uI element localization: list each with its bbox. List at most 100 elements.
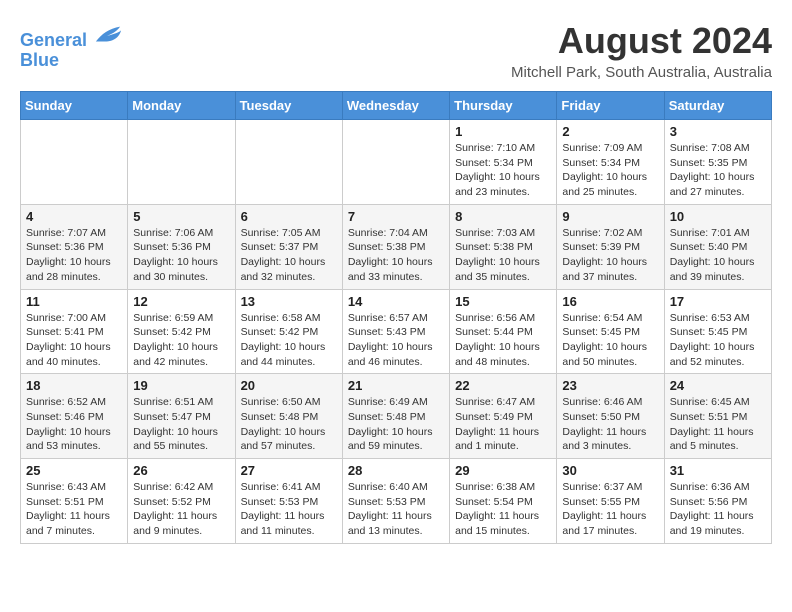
day-info: Sunrise: 7:02 AM Sunset: 5:39 PM Dayligh… bbox=[562, 226, 658, 285]
calendar-cell: 6Sunrise: 7:05 AM Sunset: 5:37 PM Daylig… bbox=[235, 204, 342, 289]
day-info: Sunrise: 6:47 AM Sunset: 5:49 PM Dayligh… bbox=[455, 395, 551, 454]
day-info: Sunrise: 6:54 AM Sunset: 5:45 PM Dayligh… bbox=[562, 311, 658, 370]
calendar-cell: 16 Sunrise: 6:54 AM Sunset: 5:45 PM Dayli… bbox=[557, 289, 664, 374]
day-number: 18 bbox=[26, 378, 122, 393]
calendar-cell: 24 Sunrise: 6:45 AM Sunset: 5:51 PM Dayli… bbox=[664, 374, 771, 459]
main-title: August 2024 bbox=[511, 20, 772, 62]
day-info: Sunrise: 6:45 AM Sunset: 5:51 PM Dayligh… bbox=[670, 395, 766, 454]
day-info: Sunrise: 7:04 AM Sunset: 5:38 PM Dayligh… bbox=[348, 226, 444, 285]
day-number: 16 bbox=[562, 294, 658, 309]
calendar-week-3: 18 Sunrise: 6:52 AM Sunset: 5:46 PM Dayli… bbox=[21, 374, 772, 459]
calendar-cell bbox=[21, 120, 128, 205]
calendar-cell: 23 Sunrise: 6:46 AM Sunset: 5:50 PM Dayli… bbox=[557, 374, 664, 459]
calendar-table: SundayMondayTuesdayWednesdayThursdayFrid… bbox=[20, 91, 772, 544]
day-info: Sunrise: 7:07 AM Sunset: 5:36 PM Dayligh… bbox=[26, 226, 122, 285]
day-number: 25 bbox=[26, 463, 122, 478]
day-number: 15 bbox=[455, 294, 551, 309]
day-number: 24 bbox=[670, 378, 766, 393]
day-info: Sunrise: 6:57 AM Sunset: 5:43 PM Dayligh… bbox=[348, 311, 444, 370]
day-number: 3 bbox=[670, 124, 766, 139]
logo-blue: Blue bbox=[20, 51, 122, 71]
header-saturday: Saturday bbox=[664, 92, 771, 120]
day-number: 23 bbox=[562, 378, 658, 393]
day-info: Sunrise: 7:10 AM Sunset: 5:34 PM Dayligh… bbox=[455, 141, 551, 200]
page-header: General Blue August 2024 Mitchell Park, … bbox=[20, 20, 772, 81]
day-info: Sunrise: 7:01 AM Sunset: 5:40 PM Dayligh… bbox=[670, 226, 766, 285]
day-info: Sunrise: 6:37 AM Sunset: 5:55 PM Dayligh… bbox=[562, 480, 658, 539]
day-info: Sunrise: 7:00 AM Sunset: 5:41 PM Dayligh… bbox=[26, 311, 122, 370]
logo-text: General bbox=[20, 24, 122, 51]
calendar-cell: 3Sunrise: 7:08 AM Sunset: 5:35 PM Daylig… bbox=[664, 120, 771, 205]
calendar-cell bbox=[128, 120, 235, 205]
calendar-cell: 26 Sunrise: 6:42 AM Sunset: 5:52 PM Dayli… bbox=[128, 459, 235, 544]
day-info: Sunrise: 6:40 AM Sunset: 5:53 PM Dayligh… bbox=[348, 480, 444, 539]
day-number: 12 bbox=[133, 294, 229, 309]
day-info: Sunrise: 6:38 AM Sunset: 5:54 PM Dayligh… bbox=[455, 480, 551, 539]
day-number: 27 bbox=[241, 463, 337, 478]
calendar-cell: 19 Sunrise: 6:51 AM Sunset: 5:47 PM Dayli… bbox=[128, 374, 235, 459]
day-info: Sunrise: 7:09 AM Sunset: 5:34 PM Dayligh… bbox=[562, 141, 658, 200]
calendar-cell: 17Sunrise: 6:53 AM Sunset: 5:45 PM Dayli… bbox=[664, 289, 771, 374]
header-wednesday: Wednesday bbox=[342, 92, 449, 120]
calendar-cell: 21 Sunrise: 6:49 AM Sunset: 5:48 PM Dayli… bbox=[342, 374, 449, 459]
calendar-cell: 18 Sunrise: 6:52 AM Sunset: 5:46 PM Dayli… bbox=[21, 374, 128, 459]
day-info: Sunrise: 6:58 AM Sunset: 5:42 PM Dayligh… bbox=[241, 311, 337, 370]
calendar-cell: 31 Sunrise: 6:36 AM Sunset: 5:56 PM Dayli… bbox=[664, 459, 771, 544]
day-number: 13 bbox=[241, 294, 337, 309]
day-info: Sunrise: 6:36 AM Sunset: 5:56 PM Dayligh… bbox=[670, 480, 766, 539]
day-number: 10 bbox=[670, 209, 766, 224]
day-number: 31 bbox=[670, 463, 766, 478]
day-info: Sunrise: 6:42 AM Sunset: 5:52 PM Dayligh… bbox=[133, 480, 229, 539]
day-info: Sunrise: 6:41 AM Sunset: 5:53 PM Dayligh… bbox=[241, 480, 337, 539]
logo: General Blue bbox=[20, 24, 122, 71]
day-number: 5 bbox=[133, 209, 229, 224]
calendar-cell: 12Sunrise: 6:59 AM Sunset: 5:42 PM Dayli… bbox=[128, 289, 235, 374]
day-number: 4 bbox=[26, 209, 122, 224]
day-info: Sunrise: 7:03 AM Sunset: 5:38 PM Dayligh… bbox=[455, 226, 551, 285]
day-number: 14 bbox=[348, 294, 444, 309]
day-number: 7 bbox=[348, 209, 444, 224]
header-tuesday: Tuesday bbox=[235, 92, 342, 120]
calendar-week-0: 1 Sunrise: 7:10 AM Sunset: 5:34 PM Daylig… bbox=[21, 120, 772, 205]
calendar-cell: 28 Sunrise: 6:40 AM Sunset: 5:53 PM Dayli… bbox=[342, 459, 449, 544]
day-number: 6 bbox=[241, 209, 337, 224]
day-number: 8 bbox=[455, 209, 551, 224]
day-number: 21 bbox=[348, 378, 444, 393]
calendar-cell: 5 Sunrise: 7:06 AM Sunset: 5:36 PM Daylig… bbox=[128, 204, 235, 289]
day-number: 2 bbox=[562, 124, 658, 139]
day-info: Sunrise: 7:06 AM Sunset: 5:36 PM Dayligh… bbox=[133, 226, 229, 285]
calendar-cell: 10 Sunrise: 7:01 AM Sunset: 5:40 PM Dayli… bbox=[664, 204, 771, 289]
calendar-week-1: 4 Sunrise: 7:07 AM Sunset: 5:36 PM Daylig… bbox=[21, 204, 772, 289]
day-number: 19 bbox=[133, 378, 229, 393]
day-info: Sunrise: 6:46 AM Sunset: 5:50 PM Dayligh… bbox=[562, 395, 658, 454]
calendar-cell: 1 Sunrise: 7:10 AM Sunset: 5:34 PM Daylig… bbox=[450, 120, 557, 205]
header-thursday: Thursday bbox=[450, 92, 557, 120]
day-info: Sunrise: 6:51 AM Sunset: 5:47 PM Dayligh… bbox=[133, 395, 229, 454]
calendar-cell: 15Sunrise: 6:56 AM Sunset: 5:44 PM Dayli… bbox=[450, 289, 557, 374]
calendar-cell: 27 Sunrise: 6:41 AM Sunset: 5:53 PM Dayli… bbox=[235, 459, 342, 544]
calendar-cell: 25Sunrise: 6:43 AM Sunset: 5:51 PM Dayli… bbox=[21, 459, 128, 544]
header-sunday: Sunday bbox=[21, 92, 128, 120]
calendar-cell: 7 Sunrise: 7:04 AM Sunset: 5:38 PM Daylig… bbox=[342, 204, 449, 289]
day-number: 11 bbox=[26, 294, 122, 309]
calendar-cell: 11 Sunrise: 7:00 AM Sunset: 5:41 PM Dayli… bbox=[21, 289, 128, 374]
calendar-week-2: 11 Sunrise: 7:00 AM Sunset: 5:41 PM Dayli… bbox=[21, 289, 772, 374]
calendar-cell: 22Sunrise: 6:47 AM Sunset: 5:49 PM Dayli… bbox=[450, 374, 557, 459]
calendar-cell: 9Sunrise: 7:02 AM Sunset: 5:39 PM Daylig… bbox=[557, 204, 664, 289]
day-number: 1 bbox=[455, 124, 551, 139]
logo-general: General bbox=[20, 30, 87, 50]
calendar-cell: 4 Sunrise: 7:07 AM Sunset: 5:36 PM Daylig… bbox=[21, 204, 128, 289]
day-number: 26 bbox=[133, 463, 229, 478]
day-info: Sunrise: 6:52 AM Sunset: 5:46 PM Dayligh… bbox=[26, 395, 122, 454]
calendar-week-4: 25Sunrise: 6:43 AM Sunset: 5:51 PM Dayli… bbox=[21, 459, 772, 544]
calendar-cell: 14 Sunrise: 6:57 AM Sunset: 5:43 PM Dayli… bbox=[342, 289, 449, 374]
day-number: 30 bbox=[562, 463, 658, 478]
logo-bird-icon bbox=[94, 24, 122, 46]
day-number: 20 bbox=[241, 378, 337, 393]
day-info: Sunrise: 6:49 AM Sunset: 5:48 PM Dayligh… bbox=[348, 395, 444, 454]
calendar-cell: 2 Sunrise: 7:09 AM Sunset: 5:34 PM Daylig… bbox=[557, 120, 664, 205]
day-number: 28 bbox=[348, 463, 444, 478]
calendar-cell: 29Sunrise: 6:38 AM Sunset: 5:54 PM Dayli… bbox=[450, 459, 557, 544]
day-number: 17 bbox=[670, 294, 766, 309]
subtitle: Mitchell Park, South Australia, Australi… bbox=[511, 64, 772, 81]
